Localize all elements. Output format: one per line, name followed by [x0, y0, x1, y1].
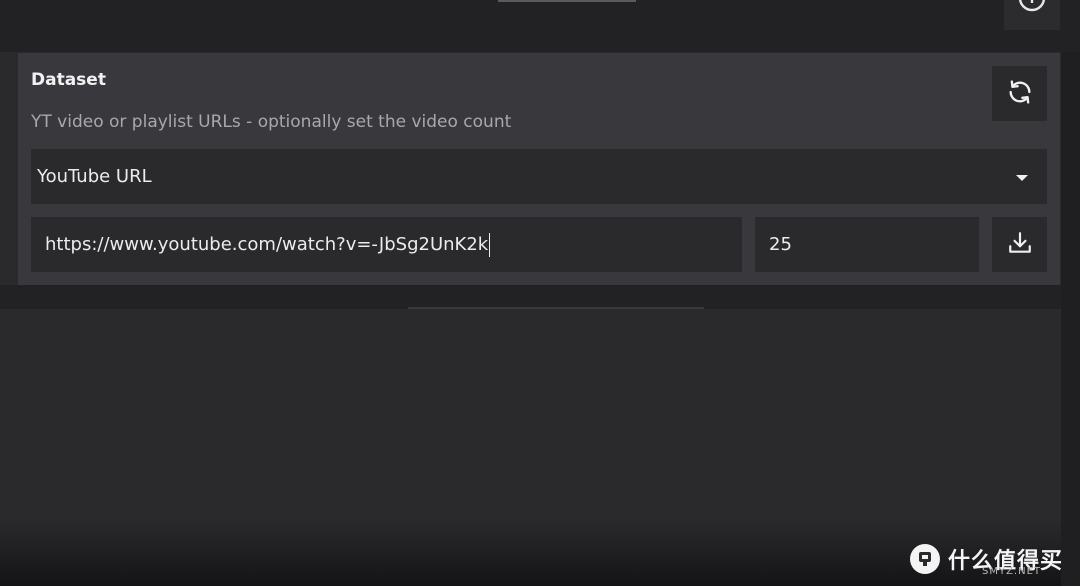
source-select[interactable]: YouTube URL: [31, 149, 1047, 204]
download-icon: [1007, 230, 1033, 260]
dataset-panel: Dataset YT video or playlist URLs - opti…: [18, 53, 1060, 285]
text-caret: [489, 232, 491, 257]
top-divider: [498, 0, 636, 2]
source-select-value: YouTube URL: [37, 166, 152, 187]
url-input-value: https://www.youtube.com/watch?v=-JbSg2Un…: [45, 234, 489, 255]
refresh-icon: [1006, 78, 1034, 110]
top-right-button[interactable]: [1004, 0, 1060, 30]
footer-divider: [408, 307, 704, 309]
panel-footer-strip: [0, 285, 1061, 309]
download-button[interactable]: [992, 217, 1047, 272]
chevron-down-icon: [1015, 167, 1029, 186]
panel-title: Dataset: [31, 70, 106, 90]
watermark-subtext: SMYZ.NET: [982, 566, 1042, 577]
url-input[interactable]: https://www.youtube.com/watch?v=-JbSg2Un…: [31, 217, 742, 272]
right-gutter: [1061, 52, 1080, 586]
bottom-fade: [0, 520, 1061, 586]
video-count-value: 25: [769, 234, 792, 255]
clock-icon: [1018, 0, 1046, 20]
panel-description: YT video or playlist URLs - optionally s…: [31, 112, 512, 132]
top-strip: [0, 0, 1080, 52]
watermark-logo-icon: [910, 544, 940, 574]
video-count-input[interactable]: 25: [755, 217, 979, 272]
refresh-button[interactable]: [992, 66, 1047, 121]
